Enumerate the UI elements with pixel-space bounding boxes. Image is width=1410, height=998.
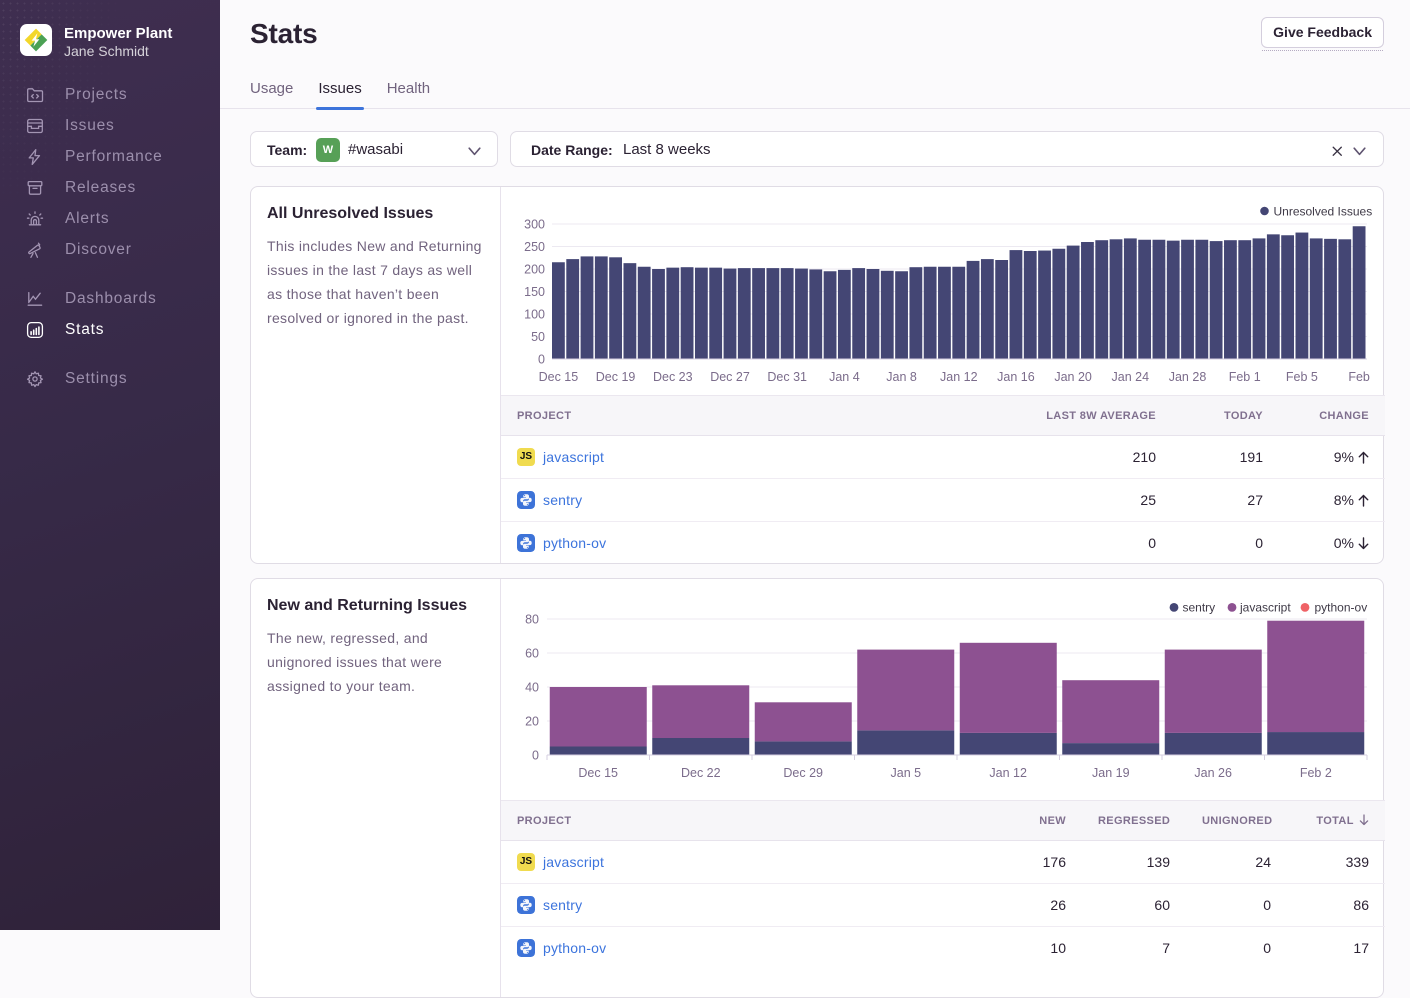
- svg-text:300: 300: [524, 218, 545, 232]
- svg-text:Dec 15: Dec 15: [578, 766, 618, 780]
- svg-text:40: 40: [525, 681, 539, 695]
- svg-text:Jan 8: Jan 8: [886, 370, 917, 384]
- svg-text:Jan 4: Jan 4: [829, 370, 860, 384]
- svg-text:250: 250: [524, 240, 545, 254]
- svg-text:Dec 23: Dec 23: [653, 370, 693, 384]
- svg-text:Jan 26: Jan 26: [1194, 766, 1232, 780]
- svg-text:Jan 12: Jan 12: [940, 370, 978, 384]
- svg-text:javascript: javascript: [1239, 601, 1291, 615]
- svg-text:60: 60: [525, 647, 539, 661]
- svg-text:sentry: sentry: [1183, 601, 1216, 615]
- svg-text:0: 0: [538, 353, 545, 367]
- svg-text:Dec 19: Dec 19: [596, 370, 636, 384]
- svg-text:200: 200: [524, 263, 545, 277]
- svg-text:Jan 16: Jan 16: [997, 370, 1035, 384]
- svg-text:0: 0: [532, 749, 539, 763]
- svg-text:Dec 27: Dec 27: [710, 370, 750, 384]
- svg-text:Dec 22: Dec 22: [681, 766, 721, 780]
- svg-text:Jan 28: Jan 28: [1169, 370, 1207, 384]
- svg-text:Jan 12: Jan 12: [989, 766, 1027, 780]
- svg-text:Feb 5: Feb 5: [1286, 370, 1318, 384]
- svg-text:Dec 29: Dec 29: [783, 766, 823, 780]
- svg-text:Feb 2: Feb 2: [1300, 766, 1332, 780]
- svg-text:100: 100: [524, 308, 545, 322]
- svg-text:Jan 5: Jan 5: [891, 766, 922, 780]
- svg-text:Jan 19: Jan 19: [1092, 766, 1130, 780]
- svg-text:Jan 20: Jan 20: [1054, 370, 1092, 384]
- svg-text:80: 80: [525, 613, 539, 627]
- svg-text:50: 50: [531, 330, 545, 344]
- svg-text:Feb 1: Feb 1: [1229, 370, 1261, 384]
- svg-text:Dec 31: Dec 31: [767, 370, 807, 384]
- svg-text:20: 20: [525, 715, 539, 729]
- svg-text:python-ov: python-ov: [1315, 601, 1368, 615]
- svg-text:Dec 15: Dec 15: [539, 370, 579, 384]
- svg-text:Unresolved Issues: Unresolved Issues: [1274, 204, 1373, 218]
- svg-text:Feb: Feb: [1348, 370, 1370, 384]
- svg-text:150: 150: [524, 285, 545, 299]
- svg-text:Jan 24: Jan 24: [1112, 370, 1150, 384]
